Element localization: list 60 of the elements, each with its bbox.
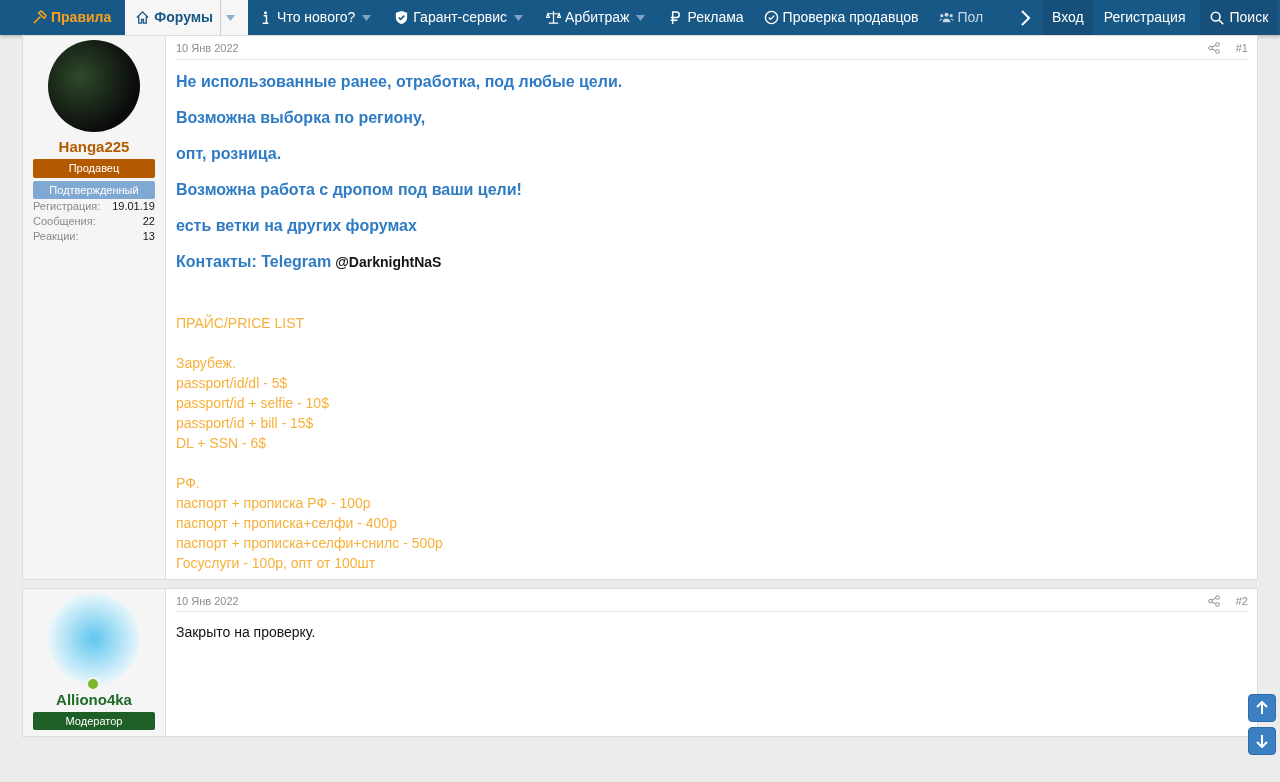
post-text: есть ветки на других форумах: [176, 215, 418, 236]
nav-tab[interactable]: Арбитраж: [536, 0, 659, 35]
price-line: Зарубеж.: [176, 353, 237, 373]
scroll-down-button[interactable]: [1248, 727, 1276, 755]
share-icon[interactable]: [1207, 42, 1220, 55]
chevron-right-icon[interactable]: [1010, 0, 1042, 35]
nav-tab[interactable]: Проверка продавцов: [753, 0, 929, 35]
online-indicator-icon: [86, 676, 100, 691]
home-icon: [135, 10, 151, 25]
telegram-handle: @DarknightNaS: [335, 252, 442, 272]
share-icon[interactable]: [1207, 594, 1220, 607]
user-title-badge: Модератор: [33, 711, 155, 730]
nav-tab[interactable]: Что нового?: [248, 0, 385, 35]
nav-tab[interactable]: Форумы: [125, 0, 249, 35]
nav-tab[interactable]: Гарант-сервис: [384, 0, 537, 35]
price-line: паспорт + прописка+селфи - 400р: [176, 513, 398, 533]
post-text: Закрыто на проверку.: [176, 623, 317, 642]
search-button[interactable]: Поиск: [1199, 0, 1279, 35]
scales-icon: [546, 10, 562, 25]
arrow-down-icon: [1256, 734, 1268, 748]
post-date-link[interactable]: 10 Янв 2022: [176, 592, 239, 609]
arrow-up-icon: [1256, 701, 1268, 715]
user-title-badge: Продавец: [33, 159, 155, 178]
post-number-link[interactable]: #2: [1235, 592, 1248, 609]
post-text: Возможна выборка по региону,: [176, 107, 427, 128]
nav-tab[interactable]: Пол: [928, 0, 994, 35]
hammer-icon: [32, 10, 47, 25]
scroll-up-button[interactable]: [1248, 694, 1276, 722]
price-line: passport/id/dl - 5$: [176, 373, 289, 393]
price-line: паспорт + прописка+селфи+снилс - 500р: [176, 533, 444, 553]
stat-value: 19.01.19: [112, 199, 155, 214]
user-title-badge: Подтвержденный: [33, 180, 155, 199]
price-line: паспорт + прописка РФ - 100р: [176, 493, 372, 513]
price-line: ПРАЙС/PRICE LIST: [176, 313, 306, 333]
post-number-link[interactable]: #1: [1235, 40, 1248, 57]
contacts-label: Контакты: Telegram: [176, 251, 332, 272]
shield-check-icon: [394, 10, 410, 25]
post-text: Возможна работа с дропом под ваши цели!: [176, 179, 523, 200]
post-date-link[interactable]: 10 Янв 2022: [176, 40, 239, 57]
badge-check-icon: [763, 10, 779, 25]
stat-label: Сообщения:: [33, 214, 96, 229]
stat-value: 13: [142, 229, 155, 244]
username-link[interactable]: Alliono4ka: [56, 690, 132, 709]
price-line: РФ.: [176, 473, 201, 493]
nav-tab[interactable]: Правила: [22, 0, 122, 35]
register-link[interactable]: Регистрация: [1093, 0, 1196, 35]
post-text: опт, розница.: [176, 143, 283, 164]
price-line: passport/id + selfie - 10$: [176, 393, 330, 413]
stat-label: Реакции:: [33, 229, 79, 244]
username-link[interactable]: Hanga225: [58, 138, 130, 156]
stat-value: 22: [142, 214, 155, 229]
post-text: Не использованные ранее, отработка, под любые цели.: [176, 71, 624, 92]
search-icon: [1209, 10, 1224, 25]
login-link[interactable]: Вход: [1042, 0, 1094, 35]
nav-tab[interactable]: Реклама: [658, 0, 754, 35]
stat-label: Регистрация:: [33, 199, 101, 214]
price-line: Госуслуги - 100р, опт от 100шт: [176, 553, 377, 573]
users-icon: [938, 10, 954, 25]
price-line: DL + SSN - 6$: [176, 433, 268, 453]
price-line: passport/id + bill - 15$: [176, 413, 315, 433]
